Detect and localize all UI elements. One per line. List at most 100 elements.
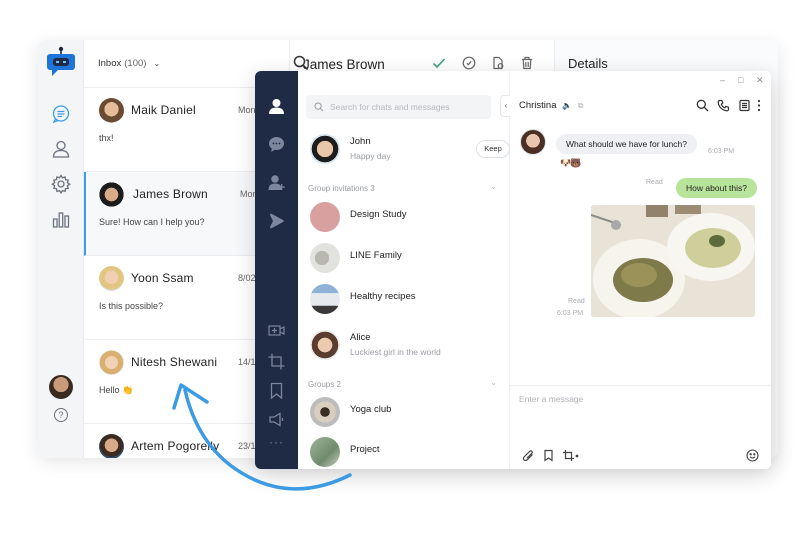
contact-avatar[interactable]	[520, 129, 546, 155]
close-button[interactable]: ✕	[756, 75, 764, 86]
read-receipt: Read	[568, 298, 585, 305]
friend-name: John	[350, 136, 371, 147]
keep-save-button[interactable]	[542, 449, 555, 462]
rail-chats-button[interactable]	[51, 104, 71, 124]
conversation-preview: thx!	[99, 133, 114, 143]
help-icon[interactable]: ?	[54, 408, 68, 422]
avatar	[99, 266, 124, 291]
invitation-item[interactable]: LINE Family	[308, 243, 503, 283]
inbox-title: Inbox	[98, 58, 122, 69]
group-name: Project	[350, 444, 380, 455]
invitation-item[interactable]: Alice Luckiest girl in the world	[308, 330, 503, 370]
paperclip-icon	[522, 450, 533, 462]
details-title: Details	[568, 56, 608, 71]
avatar	[99, 434, 124, 458]
groups-label: Groups 2	[308, 380, 341, 389]
conversation-preview: Hello 👏	[99, 385, 134, 395]
agent-avatar[interactable]	[49, 375, 73, 399]
chevron-down-icon[interactable]: ⌄	[490, 182, 497, 191]
speech-bubble-icon	[269, 137, 284, 152]
group-avatar	[310, 243, 340, 273]
search-input[interactable]	[330, 102, 480, 112]
screenshot-stage: ? Inbox (100) ⌄ Maik Daniel Mon thx! Jam…	[0, 0, 809, 535]
avatar	[99, 182, 124, 207]
group-avatar	[310, 202, 340, 232]
rail-timeline-button[interactable]	[267, 211, 286, 230]
message-input[interactable]	[519, 394, 749, 424]
helpdesk-sidebar: ?	[38, 40, 84, 458]
group-avatar	[310, 397, 340, 427]
group-name: Healthy recipes	[350, 291, 416, 302]
inbox-count: (100)	[124, 58, 147, 69]
group-avatar	[310, 284, 340, 314]
rail-reports-button[interactable]	[51, 209, 71, 229]
thread-title: James Brown	[303, 56, 385, 72]
crop-icon	[268, 353, 285, 370]
rail-keep-button[interactable]	[267, 381, 286, 400]
minimize-button[interactable]: –	[720, 75, 725, 85]
clock-check-icon[interactable]	[462, 56, 476, 70]
group-name: Yoga club	[350, 404, 392, 415]
messenger-window: ··· ‹ John Happy day Keep Group invitati…	[255, 71, 771, 469]
more-icon[interactable]: ···	[267, 435, 286, 454]
rail-announcements-button[interactable]	[267, 410, 286, 429]
conversation-preview: Sure! How can I help you?	[99, 217, 205, 227]
avatar	[99, 98, 124, 123]
invitation-item[interactable]: Healthy recipes	[308, 284, 503, 324]
export-file-icon[interactable]	[491, 56, 505, 70]
outgoing-message: How about this?	[676, 178, 757, 198]
add-person-icon	[268, 175, 285, 190]
friend-status: Happy day	[350, 151, 391, 161]
check-icon[interactable]	[432, 56, 446, 70]
chat-contact-name: Christina	[519, 100, 557, 111]
more-options-button[interactable]	[756, 99, 762, 112]
invitation-item[interactable]: Design Study	[308, 202, 503, 242]
conversation-date: Mon	[238, 105, 256, 115]
rail-add-friend-button[interactable]	[267, 173, 286, 192]
keep-button[interactable]: Keep	[476, 140, 510, 158]
crop-icon	[563, 450, 579, 461]
search-box[interactable]	[306, 95, 491, 119]
user-icon	[52, 140, 70, 158]
notes-button[interactable]	[738, 99, 751, 112]
group-item[interactable]: Yoga club	[308, 397, 503, 437]
group-avatar	[310, 437, 340, 467]
maximize-button[interactable]: □	[738, 75, 743, 85]
conversation-preview: Is this possible?	[99, 301, 164, 311]
chevron-down-icon[interactable]: ⌄	[490, 378, 497, 387]
friend-item[interactable]: John Happy day Keep	[308, 134, 510, 174]
rail-contacts-button[interactable]	[51, 139, 71, 159]
chat-bubble-icon	[52, 105, 70, 124]
external-link-icon[interactable]: ⧉	[578, 101, 584, 110]
avatar	[310, 330, 340, 360]
rail-video-call-button[interactable]	[267, 321, 286, 340]
person-icon	[269, 99, 284, 114]
group-name: Design Study	[350, 209, 407, 220]
chat-search-button[interactable]	[696, 99, 709, 112]
read-receipt: Read	[646, 179, 663, 186]
rail-chats-button[interactable]	[267, 135, 286, 154]
trash-icon[interactable]	[520, 56, 534, 70]
call-button[interactable]	[717, 99, 730, 112]
bot-logo-icon	[47, 46, 75, 76]
megaphone-icon	[269, 412, 284, 427]
bookmark-icon	[544, 449, 553, 462]
attach-button[interactable]	[522, 449, 535, 462]
conversation-name: Nitesh Shewani	[131, 355, 218, 369]
conversation-name: Yoon Ssam	[131, 271, 194, 285]
chat-header: Christina 🔈 ⧉	[519, 100, 583, 111]
emoji-button[interactable]	[746, 449, 759, 462]
rail-friends-button[interactable]	[267, 97, 286, 116]
message-time: 6:03 PM	[708, 148, 735, 155]
phone-icon	[717, 99, 730, 112]
rail-screenshot-button[interactable]	[267, 352, 286, 371]
bar-chart-icon	[52, 212, 70, 228]
shared-photo[interactable]	[591, 205, 755, 317]
search-icon	[314, 102, 324, 112]
rail-settings-button[interactable]	[51, 174, 71, 194]
group-item[interactable]: Project	[308, 437, 503, 469]
conversation-name: James Brown	[133, 187, 208, 201]
screenshot-button[interactable]	[562, 449, 580, 462]
messenger-sidebar: ···	[255, 71, 298, 469]
inbox-filter-dropdown[interactable]: Inbox (100) ⌄	[98, 58, 160, 69]
